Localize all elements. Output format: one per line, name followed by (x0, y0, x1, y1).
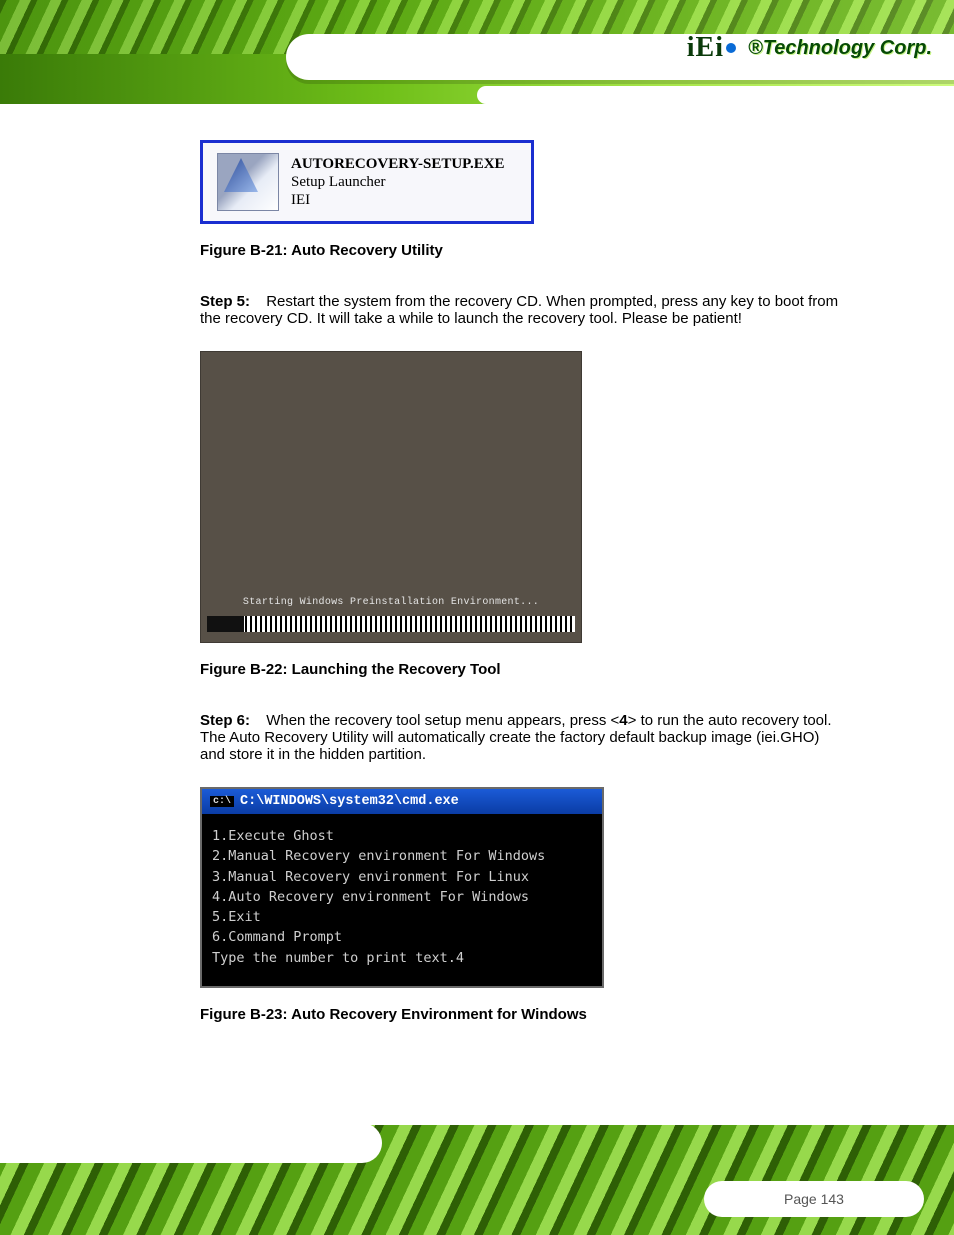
step5-label: Step 5: (200, 293, 250, 310)
header-swoosh-small (477, 86, 954, 104)
brand-logo: iEi (687, 32, 738, 64)
cmd-line-3: 4.Auto Recovery environment For Windows (212, 889, 529, 905)
cmd-window: c:\ C:\WINDOWS\system32\cmd.exe 1.Execut… (200, 787, 604, 988)
cmd-body: 1.Execute Ghost 2.Manual Recovery enviro… (202, 814, 602, 986)
winpe-screenshot: Starting Windows Preinstallation Environ… (200, 351, 582, 643)
cmd-title-text: C:\WINDOWS\system32\cmd.exe (240, 794, 459, 809)
winpe-caption-text: Starting Windows Preinstallation Environ… (201, 597, 581, 608)
page-footer: Page 143 (0, 1125, 954, 1235)
page-header: iEi ®Technology Corp. (0, 0, 954, 104)
brand-company: ®Technology Corp. (748, 37, 932, 60)
figure2-caption: Figure B-22: Launching the Recovery Tool (200, 661, 844, 678)
step6-label: Step 6: (200, 712, 250, 729)
autorecovery-file-card: AUTORECOVERY-SETUP.EXE Setup Launcher IE… (200, 140, 534, 224)
cmd-line-1: 2.Manual Recovery environment For Window… (212, 848, 545, 864)
installer-icon (217, 153, 279, 211)
step6-key: 4 (619, 712, 627, 729)
step5-text: Restart the system from the recovery CD.… (200, 293, 838, 327)
cmd-line-2: 3.Manual Recovery environment For Linux (212, 869, 529, 885)
step6: Step 6: When the recovery tool setup men… (200, 712, 844, 763)
step6-text: When the recovery tool setup menu appear… (200, 712, 832, 763)
cmd-line-5: 6.Command Prompt (212, 929, 342, 945)
winpe-progressbar (207, 616, 575, 632)
brand-dot-icon (726, 43, 736, 53)
figure1-caption: Figure B-21: Auto Recovery Utility (200, 242, 844, 259)
brand-logo-text: iEi (687, 32, 724, 64)
brand-block: iEi ®Technology Corp. (687, 32, 932, 64)
installer-sub2: IEI (291, 191, 505, 209)
installer-filename: AUTORECOVERY-SETUP.EXE (291, 155, 505, 173)
installer-sub1: Setup Launcher (291, 173, 505, 191)
cmd-titlebar: c:\ C:\WINDOWS\system32\cmd.exe (202, 789, 602, 814)
figure3-caption: Figure B-23: Auto Recovery Environment f… (200, 1006, 844, 1023)
page-number: Page 143 (704, 1181, 924, 1217)
cmd-line-6: Type the number to print text.4 (212, 950, 464, 966)
main-column: AUTORECOVERY-SETUP.EXE Setup Launcher IE… (200, 140, 844, 1057)
cmd-line-4: 5.Exit (212, 909, 261, 925)
cmd-line-0: 1.Execute Ghost (212, 828, 334, 844)
cmd-icon: c:\ (210, 796, 234, 807)
step5: Step 5: Restart the system from the reco… (200, 293, 844, 327)
step6-pre: When the recovery tool setup menu appear… (266, 712, 619, 729)
installer-text: AUTORECOVERY-SETUP.EXE Setup Launcher IE… (291, 155, 505, 209)
